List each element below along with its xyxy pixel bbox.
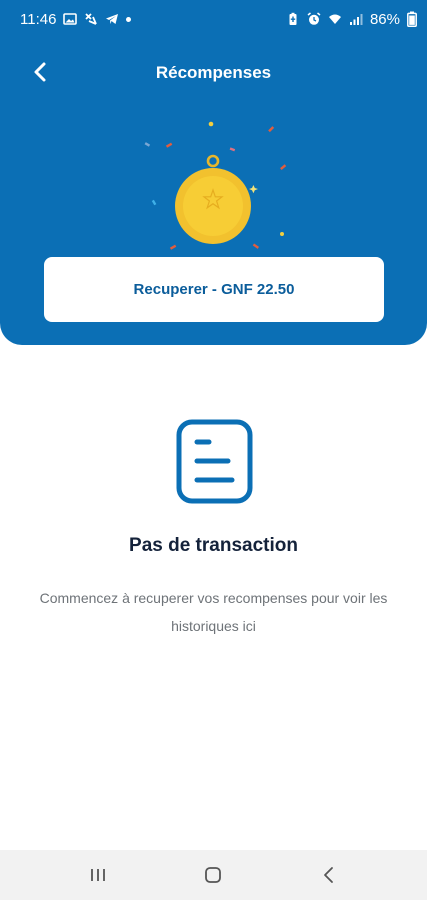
wifi-icon xyxy=(328,14,341,24)
status-left: 11:46 xyxy=(20,10,132,28)
battery-saver-icon xyxy=(289,12,297,25)
document-lines-icon xyxy=(176,419,253,504)
dot-icon xyxy=(126,16,132,22)
status-right: 86% xyxy=(286,11,417,28)
battery-icon xyxy=(407,11,417,27)
recent-apps-icon xyxy=(90,869,105,881)
empty-state-description: Commencez à recuperer vos recompenses po… xyxy=(39,590,388,634)
status-time: 11:46 xyxy=(20,10,57,28)
redeem-button[interactable]: Recuperer - GNF 22.50 xyxy=(44,257,384,322)
back-icon xyxy=(324,867,334,883)
gallery-icon xyxy=(63,13,78,25)
page-title: Récompenses xyxy=(155,63,272,82)
home-button[interactable] xyxy=(183,855,243,895)
alarm-icon xyxy=(307,12,321,25)
signal-icon xyxy=(349,14,363,25)
medal-icon xyxy=(144,121,287,250)
system-back-button[interactable] xyxy=(299,855,359,895)
missed-call-icon xyxy=(85,13,98,25)
status-bar: 11:46 86% xyxy=(0,0,427,38)
telegram-icon xyxy=(106,14,119,24)
empty-state-title: Pas de transaction xyxy=(129,535,298,556)
home-icon xyxy=(205,867,222,883)
header-panel: Récompenses Recuperer - GNF 22.50 xyxy=(0,38,427,345)
battery-level: 86% xyxy=(369,10,400,28)
recent-apps-button[interactable] xyxy=(68,855,128,895)
navigation-bar xyxy=(0,850,427,900)
